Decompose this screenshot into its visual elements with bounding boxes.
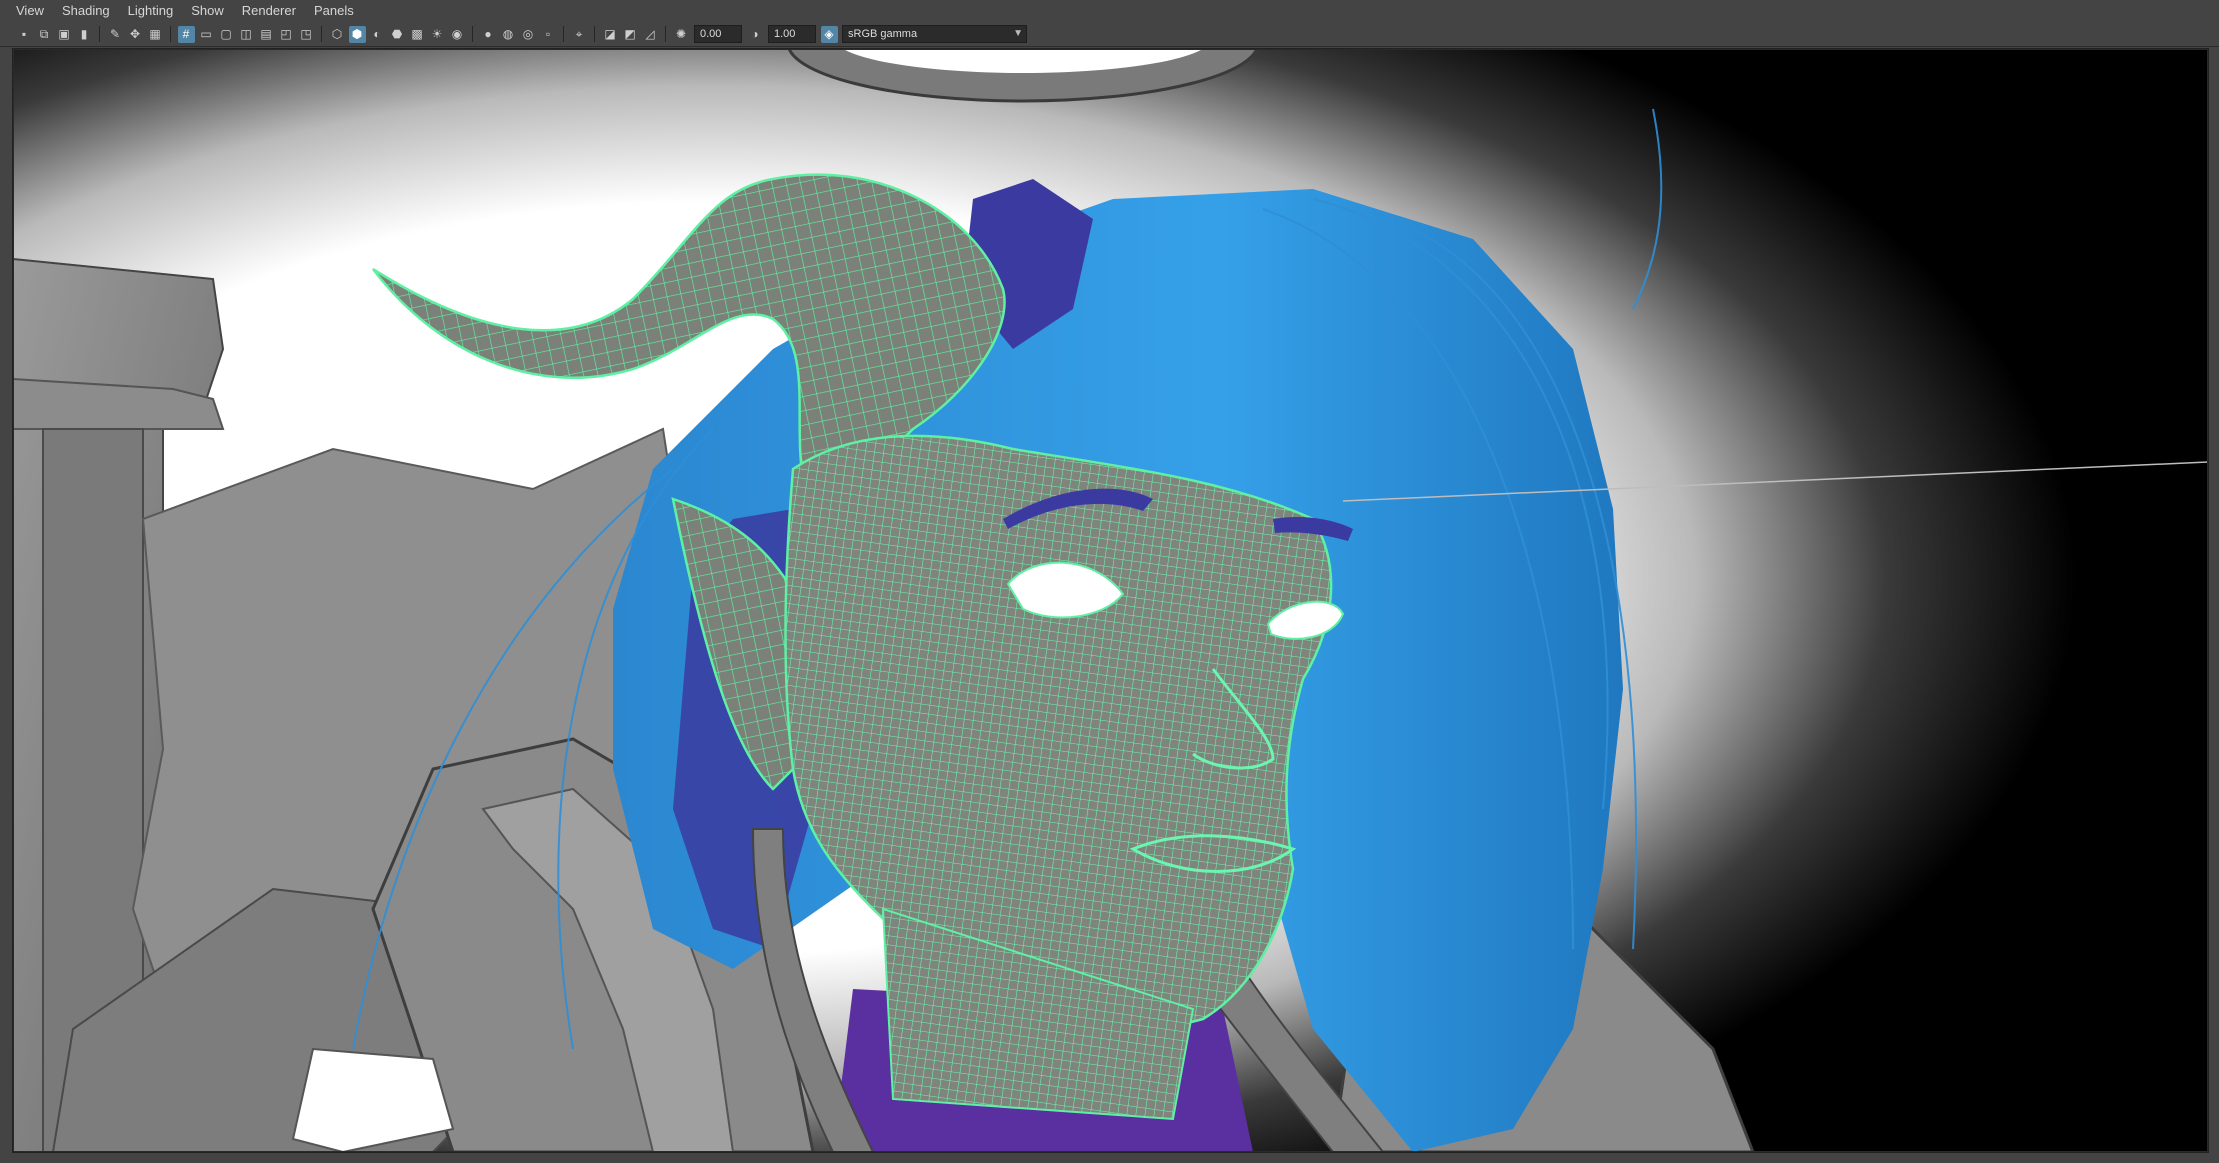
toolbar-divider	[321, 26, 322, 42]
toolbar-divider	[99, 26, 100, 42]
frame-icon[interactable]: ▦	[147, 26, 164, 43]
camera-attributes-icon[interactable]: ⧉	[36, 26, 53, 43]
toolbar-divider	[594, 26, 595, 42]
screen-space-ao-icon[interactable]: ●	[480, 26, 497, 43]
grid-icon[interactable]: #	[177, 25, 195, 43]
wireframe-on-shaded-icon[interactable]: ⬣	[389, 26, 406, 43]
toolbar-divider	[170, 26, 171, 42]
isolate-select-icon[interactable]: ⌖	[571, 26, 588, 43]
menu-lighting[interactable]: Lighting	[119, 0, 183, 22]
3d-viewport[interactable]	[12, 48, 2209, 1153]
gamma-field[interactable]: 1.00	[768, 25, 816, 43]
maya-viewport-panel: View Shading Lighting Show Renderer Pane…	[0, 0, 2219, 1163]
gate-mask-icon[interactable]: ◫	[238, 26, 255, 43]
exposure-field[interactable]: 0.00	[694, 25, 742, 43]
two-d-pan-zoom-icon[interactable]: ✥	[127, 26, 144, 43]
safe-title-icon[interactable]: ◳	[298, 26, 315, 43]
camera-icon[interactable]: ▪	[16, 26, 33, 43]
view-transform-dropdown[interactable]: sRGB gamma ▼	[842, 25, 1027, 43]
wireframe-icon[interactable]: ⬡	[329, 26, 346, 43]
panel-toolbar: ▪ ⧉ ▣ ▮ ✎ ✥ ▦ # ▭ ▢ ◫ ▤ ◰ ◳ ⬡ ⬢ ◐ ⬣ ▩ ☀ …	[0, 22, 2219, 47]
smooth-shade-icon[interactable]: ⬢	[348, 25, 366, 43]
safe-action-icon[interactable]: ◰	[278, 26, 295, 43]
bookmark-icon[interactable]: ▣	[56, 26, 73, 43]
toolbar-divider	[472, 26, 473, 42]
view-axis-gizmo	[41, 1147, 71, 1153]
use-all-lights-icon[interactable]: ☀	[429, 26, 446, 43]
menu-view[interactable]: View	[0, 0, 53, 22]
toolbar-divider	[665, 26, 666, 42]
menu-renderer[interactable]: Renderer	[233, 0, 305, 22]
multisample-aa-icon[interactable]: ◎	[520, 26, 537, 43]
xray-components-icon[interactable]: ◿	[642, 26, 659, 43]
panel-menu-bar: View Shading Lighting Show Renderer Pane…	[0, 0, 2219, 22]
xray-icon[interactable]: ◪	[602, 26, 619, 43]
image-plane-icon[interactable]: ▮	[76, 26, 93, 43]
field-chart-icon[interactable]: ▤	[258, 26, 275, 43]
resolution-gate-icon[interactable]: ▢	[218, 26, 235, 43]
film-gate-icon[interactable]: ▭	[198, 26, 215, 43]
grease-pencil-icon[interactable]: ✎	[107, 26, 124, 43]
depth-of-field-icon[interactable]: ▫	[540, 26, 557, 43]
gamma-icon[interactable]: ◑	[747, 26, 764, 43]
menu-shading[interactable]: Shading	[53, 0, 119, 22]
viewport-scene	[13, 49, 2208, 1152]
chevron-down-icon: ▼	[1013, 28, 1023, 39]
menu-show[interactable]: Show	[182, 0, 233, 22]
menu-panels[interactable]: Panels	[305, 0, 363, 22]
exposure-icon[interactable]: ✺	[673, 26, 690, 43]
default-material-icon[interactable]: ◐	[369, 26, 386, 43]
color-management-icon[interactable]: ◈	[820, 25, 838, 43]
textured-icon[interactable]: ▩	[409, 26, 426, 43]
toolbar-divider	[563, 26, 564, 42]
view-transform-value: sRGB gamma	[848, 28, 918, 40]
xray-joints-icon[interactable]: ◩	[622, 26, 639, 43]
motion-blur-icon[interactable]: ◍	[500, 26, 517, 43]
shadows-icon[interactable]: ◉	[449, 26, 466, 43]
